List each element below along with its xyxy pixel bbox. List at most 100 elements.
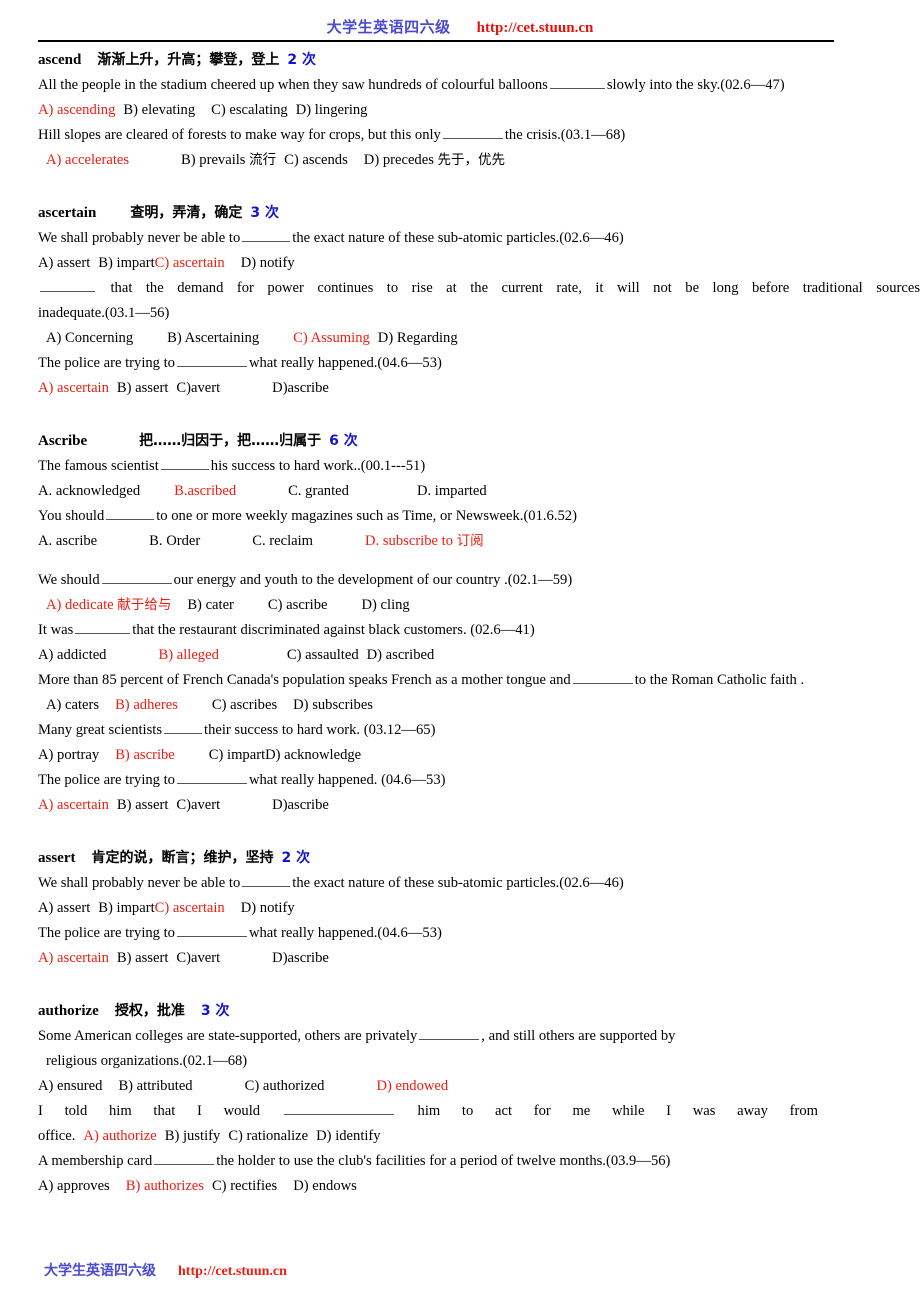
headword-line: Ascribe 把……归因于，把……归属于 6 次 [38, 429, 920, 454]
question-stem: It was that the restaurant discriminated … [38, 618, 920, 643]
question-stem: The police are trying to what really happ… [38, 768, 920, 793]
option-a[interactable]: A) portray [38, 747, 99, 763]
headword-count: 6 次 [329, 433, 358, 449]
option-a[interactable]: A) ascertain [38, 950, 109, 966]
option-b[interactable]: B) cater [187, 597, 234, 613]
option-b-note: 流行 [249, 152, 277, 168]
option-c[interactable]: C) ascertain [155, 900, 225, 916]
stem-text-before: The police are trying to [38, 355, 175, 371]
option-d[interactable]: D) cling [362, 597, 410, 613]
stem-text-after: what really happened.(04.6—53) [248, 355, 442, 371]
option-c[interactable]: C) assaulted [287, 647, 359, 663]
option-a[interactable]: A) approves [38, 1178, 110, 1194]
stem-text-justified: that the demand for power continues to r… [110, 280, 920, 296]
option-b[interactable]: B) impart [98, 255, 154, 271]
answer-blank [101, 571, 172, 584]
option-c[interactable]: C) rectifies [212, 1178, 277, 1194]
option-c[interactable]: C) impart [209, 747, 265, 763]
option-b[interactable]: B) attributed [118, 1078, 192, 1094]
option-a[interactable]: A) dedicate [46, 597, 114, 613]
option-d[interactable]: D) Regarding [378, 330, 458, 346]
option-c[interactable]: C. reclaim [252, 533, 313, 549]
question-stem-justified: that the demand for power continues to r… [38, 276, 920, 301]
headword-line: assert 肯定的说，断言；维护，坚持 2 次 [38, 846, 920, 871]
option-a[interactable]: A) accelerates [46, 152, 129, 168]
stem-text-after: to the Roman Catholic faith . [634, 672, 805, 688]
option-c[interactable]: C) ascribe [268, 597, 328, 613]
stem-text-before: More than 85 percent of French Canada's … [38, 672, 571, 688]
question-stem: You should to one or more weekly magazine… [38, 504, 920, 529]
headword-term: authorize [38, 1003, 99, 1019]
option-a[interactable]: A) addicted [38, 647, 106, 663]
option-c[interactable]: C) ascribes [212, 697, 277, 713]
option-d[interactable]: D) endowed [376, 1078, 448, 1094]
option-c[interactable]: C)avert [176, 950, 220, 966]
headword-count: 2 次 [281, 850, 311, 866]
option-b[interactable]: B. Order [149, 533, 200, 549]
option-row: A) assert B) impartC) ascertain D) notify [38, 251, 920, 276]
option-d[interactable]: D) identify [316, 1128, 380, 1144]
option-a[interactable]: A) assert [38, 900, 90, 916]
option-b[interactable]: B.ascribed [174, 483, 236, 499]
question-stem: We shall probably never be able to the ex… [38, 871, 920, 896]
option-d[interactable]: D) ascribed [367, 647, 435, 663]
option-b[interactable]: B) prevails [181, 152, 245, 168]
stem-text-after: him to act for me while I was away from [417, 1103, 818, 1119]
stem-text-after: inadequate.(03.1—56) [38, 305, 170, 321]
option-b[interactable]: B) assert [117, 950, 168, 966]
option-b[interactable]: B) assert [117, 380, 168, 396]
option-row: A) ascertain B) assert C)avert D)ascribe [38, 946, 920, 971]
stem-text-after: what really happened. (04.6—53) [248, 772, 446, 788]
option-d[interactable]: D) notify [241, 255, 295, 271]
option-d[interactable]: D)ascribe [272, 380, 329, 396]
option-b[interactable]: B) ascribe [115, 747, 175, 763]
option-d[interactable]: D) endows [293, 1178, 357, 1194]
option-d[interactable]: D. imparted [417, 483, 487, 499]
option-a[interactable]: A. acknowledged [38, 483, 140, 499]
option-a[interactable]: A) authorize [83, 1128, 156, 1144]
option-b[interactable]: B) justify [165, 1128, 221, 1144]
question-stem: The police are trying to what really happ… [38, 351, 920, 376]
option-c[interactable]: C) ascertain [155, 255, 225, 271]
question-stem: The famous scientist his success to hard … [38, 454, 920, 479]
option-d[interactable]: D) acknowledge [265, 747, 361, 763]
option-a[interactable]: A) assert [38, 255, 90, 271]
option-a[interactable]: A. ascribe [38, 533, 97, 549]
option-d[interactable]: D)ascribe [272, 950, 329, 966]
option-d[interactable]: D)ascribe [272, 797, 329, 813]
option-b[interactable]: B) assert [117, 797, 168, 813]
option-c[interactable]: C) Assuming [293, 330, 370, 346]
option-a[interactable]: A) ensured [38, 1078, 102, 1094]
entry-ascribe: Ascribe 把……归因于，把……归属于 6 次 The famous scien… [38, 429, 920, 818]
option-a[interactable]: A) ascertain [38, 380, 109, 396]
footer-url[interactable]: http://cet.stuun.cn [178, 1264, 287, 1279]
header-url[interactable]: http://cet.stuun.cn [477, 20, 594, 36]
option-d[interactable]: D) precedes [364, 152, 434, 168]
option-b[interactable]: B) elevating [123, 102, 195, 118]
option-b[interactable]: B) authorizes [126, 1178, 204, 1194]
page-footer: 大学生英语四六级 http://cet.stuun.cn [44, 1260, 287, 1280]
option-d[interactable]: D) notify [241, 900, 295, 916]
option-c[interactable]: C) escalating [211, 102, 288, 118]
option-b[interactable]: B) alleged [158, 647, 218, 663]
headword-count: 2 次 [287, 52, 316, 68]
option-d[interactable]: D) subscribes [293, 697, 373, 713]
question-stem-justified: I told him that I would him to act for m… [38, 1099, 818, 1124]
option-b[interactable]: B) adheres [115, 697, 178, 713]
option-c[interactable]: C)avert [176, 380, 220, 396]
option-a[interactable]: A) ascertain [38, 797, 109, 813]
headword-gloss: 把……归因于，把……归属于 [139, 433, 322, 449]
option-c[interactable]: C) ascends [284, 152, 348, 168]
option-c[interactable]: C) rationalize [228, 1128, 308, 1144]
option-c[interactable]: C. granted [288, 483, 349, 499]
option-b[interactable]: B) Ascertaining [167, 330, 259, 346]
option-b[interactable]: B) impart [98, 900, 154, 916]
option-a[interactable]: A) ascending [38, 102, 115, 118]
answer-blank [242, 229, 291, 242]
option-a[interactable]: A) Concerning [46, 330, 133, 346]
option-c[interactable]: C)avert [176, 797, 220, 813]
option-a[interactable]: A) caters [46, 697, 99, 713]
option-c[interactable]: C) authorized [245, 1078, 325, 1094]
option-d[interactable]: D) lingering [296, 102, 368, 118]
option-d[interactable]: D. subscribe to [365, 533, 453, 549]
